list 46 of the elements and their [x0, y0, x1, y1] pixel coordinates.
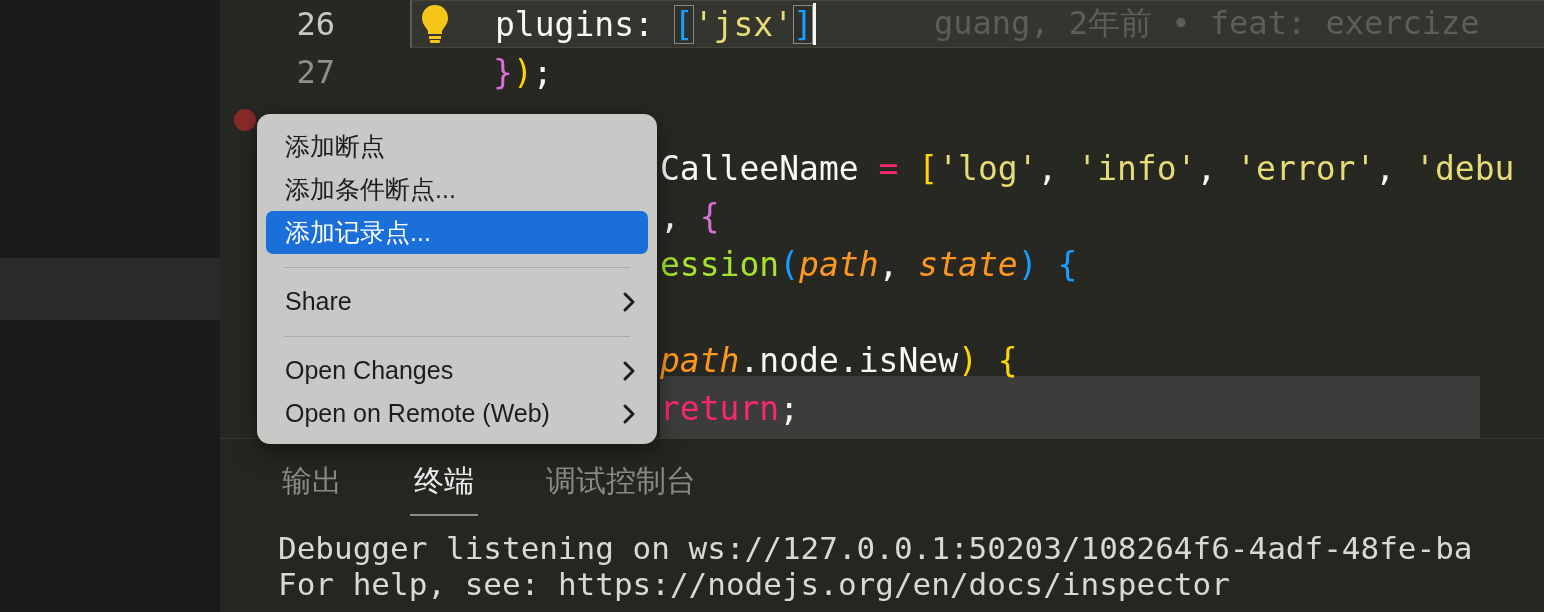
lightbulb-icon[interactable]	[420, 3, 450, 45]
code-text: CalleeName	[660, 148, 860, 188]
code-text: path	[799, 244, 879, 284]
code-text: 'error'	[1236, 148, 1376, 188]
code-text: .node.isNew	[739, 340, 959, 380]
code-text: return	[660, 388, 780, 428]
menu-item[interactable]: Open on Remote (Web)	[266, 392, 648, 435]
code-text: 'jsx'	[693, 4, 794, 44]
line-number: 26	[295, 5, 335, 43]
panel-tab[interactable]: 终端	[410, 461, 478, 516]
code-text: path	[660, 340, 740, 380]
code-text: [	[673, 4, 694, 44]
code-text: }	[493, 52, 513, 92]
terminal-output-line: For help, see: https://nodejs.org/en/docs/inspector	[278, 566, 1231, 602]
code-text: state	[918, 244, 1018, 284]
panel-tab[interactable]: 输出	[278, 461, 346, 516]
code-text: 'debu	[1415, 148, 1515, 188]
code-text: ,	[660, 196, 681, 236]
code-text: )	[512, 52, 533, 92]
menu-item[interactable]: 添加断点	[266, 125, 648, 168]
code-text: plugins:	[495, 4, 655, 44]
menu-item[interactable]: 添加记录点...	[266, 211, 648, 254]
code-text: (	[779, 244, 800, 284]
code-text: ;	[532, 52, 553, 92]
code-text: 'info'	[1077, 148, 1197, 188]
code-text: ) {	[958, 340, 1018, 380]
code-text: [	[918, 148, 939, 188]
code-text: ,	[1375, 148, 1397, 188]
text-cursor	[812, 3, 816, 45]
code-text: ession	[660, 244, 780, 284]
breakpoint-dot[interactable]	[234, 109, 256, 131]
code-text: 'log'	[938, 148, 1038, 188]
panel-tab[interactable]: 调试控制台	[542, 461, 700, 516]
code-text: ,	[1196, 148, 1218, 188]
code-text: ,	[878, 244, 900, 284]
code-text: ) {	[1017, 244, 1078, 284]
code-text: ]	[793, 4, 813, 44]
line-number: 27	[295, 53, 335, 91]
code-text: =	[878, 148, 900, 188]
menu-item[interactable]: 添加条件断点...	[266, 168, 648, 211]
menu-item[interactable]: Open Changes	[266, 349, 648, 392]
menu-item[interactable]: Share	[266, 280, 648, 323]
code-text: ;	[779, 388, 800, 428]
code-text: {	[699, 196, 720, 236]
terminal-output-line: Debugger listening on ws://127.0.0.1:50203/108264f6-4adf-48fe-ba	[278, 530, 1474, 566]
code-text: ,	[1037, 148, 1059, 188]
